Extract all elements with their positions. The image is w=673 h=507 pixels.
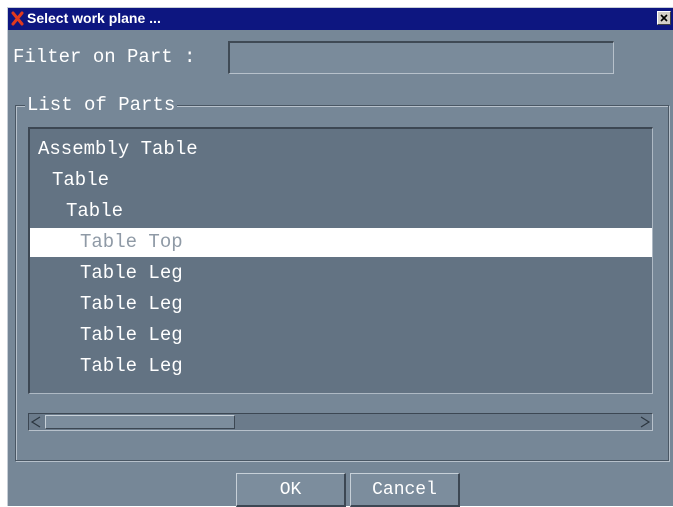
close-button[interactable]: [657, 11, 671, 25]
title-bar[interactable]: Select work plane ...: [8, 8, 673, 30]
scroll-thumb[interactable]: [45, 415, 235, 429]
scroll-left-arrow-icon[interactable]: [29, 414, 43, 430]
select-work-plane-dialog: Select work plane ... Filter on Part : L…: [7, 7, 673, 507]
list-item[interactable]: Table Leg: [30, 321, 652, 350]
close-icon: [660, 14, 668, 22]
horizontal-scrollbar[interactable]: [28, 413, 653, 431]
red-x-icon: [11, 11, 24, 26]
cancel-button[interactable]: Cancel: [350, 473, 460, 507]
parts-group-label: List of Parts: [25, 94, 178, 116]
window-title: Select work plane ...: [27, 10, 161, 26]
parts-listbox[interactable]: Assembly Table Table Table Table Top Table L…: [28, 127, 653, 394]
list-item[interactable]: Table Leg: [30, 259, 652, 288]
list-item[interactable]: Table Top: [30, 228, 652, 257]
list-item[interactable]: Table Leg: [30, 352, 652, 381]
scroll-right-arrow-icon[interactable]: [638, 414, 652, 430]
filter-input[interactable]: [228, 41, 614, 74]
list-item[interactable]: Assembly Table: [30, 135, 652, 164]
filter-label: Filter on Part :: [13, 46, 196, 68]
ok-button[interactable]: OK: [236, 473, 346, 507]
list-item[interactable]: Table: [30, 197, 652, 226]
list-item[interactable]: Table Leg: [30, 290, 652, 319]
list-item[interactable]: Table: [30, 166, 652, 195]
